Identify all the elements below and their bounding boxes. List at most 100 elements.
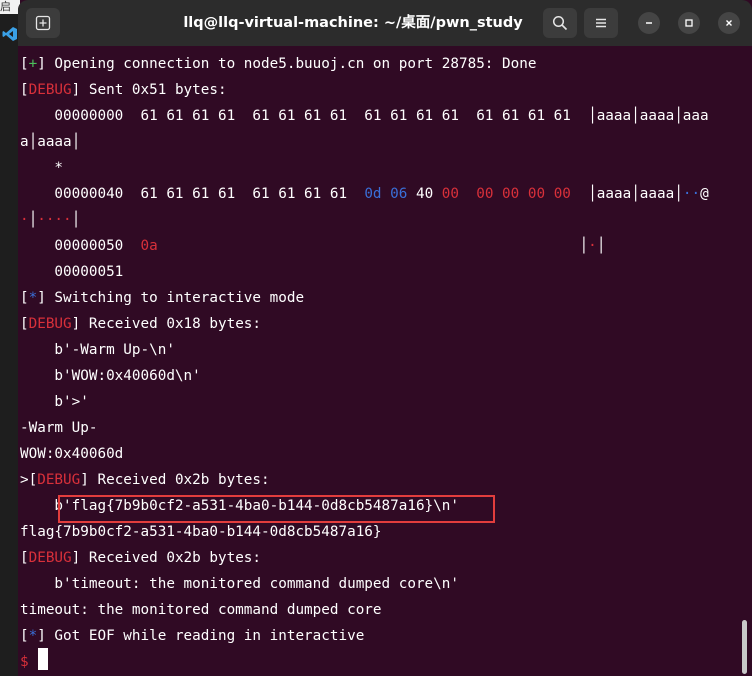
terminal-text: 00000040 61 61 61 61 61 61 61 61 bbox=[20, 186, 365, 202]
close-button[interactable] bbox=[718, 12, 740, 34]
vscode-icon[interactable] bbox=[2, 26, 18, 42]
terminal-text: aaaa bbox=[596, 186, 632, 202]
terminal-line: [DEBUG] Received 0x2b bytes: bbox=[20, 545, 261, 571]
terminal-text: -Warm Up- bbox=[20, 420, 98, 436]
new-tab-button[interactable] bbox=[26, 8, 60, 38]
terminal-text: DEBUG bbox=[28, 82, 72, 98]
terminal-text: b'>' bbox=[20, 394, 89, 410]
title-bar: llq@llq-virtual-machine: ~/桌面/pwn_study bbox=[18, 0, 752, 46]
terminal-text: 00 00 00 00 00 bbox=[441, 186, 571, 202]
terminal-text: * bbox=[20, 160, 64, 176]
close-icon bbox=[726, 20, 732, 26]
terminal-text: * bbox=[28, 628, 38, 644]
terminal-line: WOW:0x40060d bbox=[20, 441, 123, 467]
terminal-text: [ bbox=[20, 82, 29, 98]
terminal-text: · bbox=[588, 238, 597, 254]
terminal-line: [DEBUG] Sent 0x51 bytes: bbox=[20, 77, 227, 103]
terminal-output[interactable]: $ [*] Got EOF while reading in interacti… bbox=[18, 46, 752, 676]
flag-highlight-box bbox=[58, 495, 495, 523]
terminal-text: b'timeout: the monitored command dumped … bbox=[20, 576, 459, 592]
terminal-text: [ bbox=[20, 550, 29, 566]
terminal-text: timeout: the monitored command dumped co… bbox=[20, 602, 382, 618]
terminal-line: a│aaaa│ bbox=[20, 129, 80, 155]
terminal-line: [*] Got EOF while reading in interactive bbox=[20, 623, 364, 649]
terminal-text: │ bbox=[28, 134, 38, 150]
terminal-text: @ bbox=[700, 186, 709, 202]
terminal-text: 00000051 bbox=[20, 264, 124, 280]
maximize-button[interactable] bbox=[678, 12, 700, 34]
maximize-icon bbox=[685, 19, 693, 27]
terminal-text: │ bbox=[588, 108, 597, 124]
terminal-line: 00000050 0a │·│ bbox=[20, 233, 605, 259]
terminal-text: │ bbox=[588, 186, 597, 202]
search-icon bbox=[552, 15, 568, 31]
hamburger-menu-icon bbox=[596, 18, 606, 28]
new-tab-icon bbox=[35, 15, 51, 31]
terminal-text: │ bbox=[71, 134, 81, 150]
terminal-text: ] Received 0x2b bytes: bbox=[71, 550, 262, 566]
terminal-line: [*] Switching to interactive mode bbox=[20, 285, 304, 311]
terminal-text: [ bbox=[20, 56, 29, 72]
terminal-text: 00000000 61 61 61 61 61 61 61 61 61 61 6… bbox=[20, 108, 589, 124]
terminal-text: ···· bbox=[37, 212, 72, 228]
terminal-text: DEBUG bbox=[28, 550, 72, 566]
terminal-line: ·│····│ bbox=[20, 207, 80, 233]
menu-button[interactable] bbox=[584, 8, 618, 38]
terminal-text: [ bbox=[20, 628, 29, 644]
terminal-text: │ bbox=[579, 238, 589, 254]
terminal-text: ] Received 0x18 bytes: bbox=[71, 316, 262, 332]
terminal-text: aaaa bbox=[639, 108, 675, 124]
terminal-text: DEBUG bbox=[28, 316, 72, 332]
terminal-text: DEBUG bbox=[37, 472, 81, 488]
terminal-text: WOW:0x40060d bbox=[20, 446, 124, 462]
terminal-text: aaaa bbox=[596, 108, 632, 124]
terminal-line: b'-Warm Up-\n' bbox=[20, 337, 175, 363]
terminal-text: · bbox=[20, 212, 29, 228]
terminal-line: >[DEBUG] Received 0x2b bytes: bbox=[20, 467, 270, 493]
terminal-line: [DEBUG] Received 0x18 bytes: bbox=[20, 311, 261, 337]
terminal-line: 00000051 bbox=[20, 259, 123, 285]
terminal-line: [+] Opening connection to node5.buuoj.cn… bbox=[20, 51, 536, 77]
terminal-text: a bbox=[20, 134, 29, 150]
terminal-text: * bbox=[28, 290, 38, 306]
terminal-text: 0a bbox=[140, 238, 158, 254]
terminal-text: 0d 06 bbox=[364, 186, 408, 202]
terminal-scrollbar[interactable] bbox=[742, 620, 747, 674]
terminal-text: aaa bbox=[682, 108, 709, 124]
terminal-line: b'WOW:0x40060d\n' bbox=[20, 363, 201, 389]
terminal-text: │ bbox=[674, 108, 683, 124]
terminal-text: │ bbox=[71, 212, 81, 228]
terminal-text: ] Switching to interactive mode bbox=[37, 290, 305, 306]
terminal-text: │ bbox=[28, 212, 38, 228]
terminal-text: │ bbox=[631, 186, 640, 202]
terminal-text: ] Received 0x2b bytes: bbox=[80, 472, 270, 488]
background-app-text: 启动 bbox=[0, 0, 20, 14]
terminal-line: b'>' bbox=[20, 389, 89, 415]
terminal-text: ] Opening connection to node5.buuoj.cn o… bbox=[37, 56, 537, 72]
terminal-text: b'-Warm Up-\n' bbox=[20, 342, 175, 358]
background-app-sliver: 启动 bbox=[0, 0, 20, 676]
terminal-text: ] Sent 0x51 bytes: bbox=[71, 82, 227, 98]
terminal-window: llq@llq-virtual-machine: ~/桌面/pwn_study bbox=[18, 0, 752, 676]
terminal-text: >[ bbox=[20, 472, 38, 488]
minimize-icon bbox=[646, 22, 652, 24]
terminal-text: │ bbox=[596, 238, 606, 254]
window-title: llq@llq-virtual-machine: ~/桌面/pwn_study bbox=[183, 15, 523, 31]
terminal-text: + bbox=[28, 56, 38, 72]
terminal-text: flag{7b9b0cf2-a531-4ba0-b144-0d8cb5487a1… bbox=[20, 524, 382, 540]
terminal-line: 00000040 61 61 61 61 61 61 61 61 0d 06 4… bbox=[20, 181, 709, 207]
minimize-button[interactable] bbox=[638, 12, 660, 34]
terminal-text: │ bbox=[631, 108, 640, 124]
terminal-text: 40 bbox=[407, 186, 442, 202]
terminal-text: b'WOW:0x40060d\n' bbox=[20, 368, 201, 384]
terminal-text: aaaa bbox=[639, 186, 675, 202]
terminal-text: $ bbox=[20, 654, 38, 670]
terminal-text: aaaa bbox=[37, 134, 72, 150]
terminal-line: * bbox=[20, 155, 63, 181]
terminal-text: [ bbox=[20, 316, 29, 332]
search-button[interactable] bbox=[543, 8, 577, 38]
terminal-text: ·· bbox=[682, 186, 701, 202]
terminal-line: timeout: the monitored command dumped co… bbox=[20, 597, 382, 623]
terminal-text: ] Got EOF while reading in interactive bbox=[37, 628, 365, 644]
